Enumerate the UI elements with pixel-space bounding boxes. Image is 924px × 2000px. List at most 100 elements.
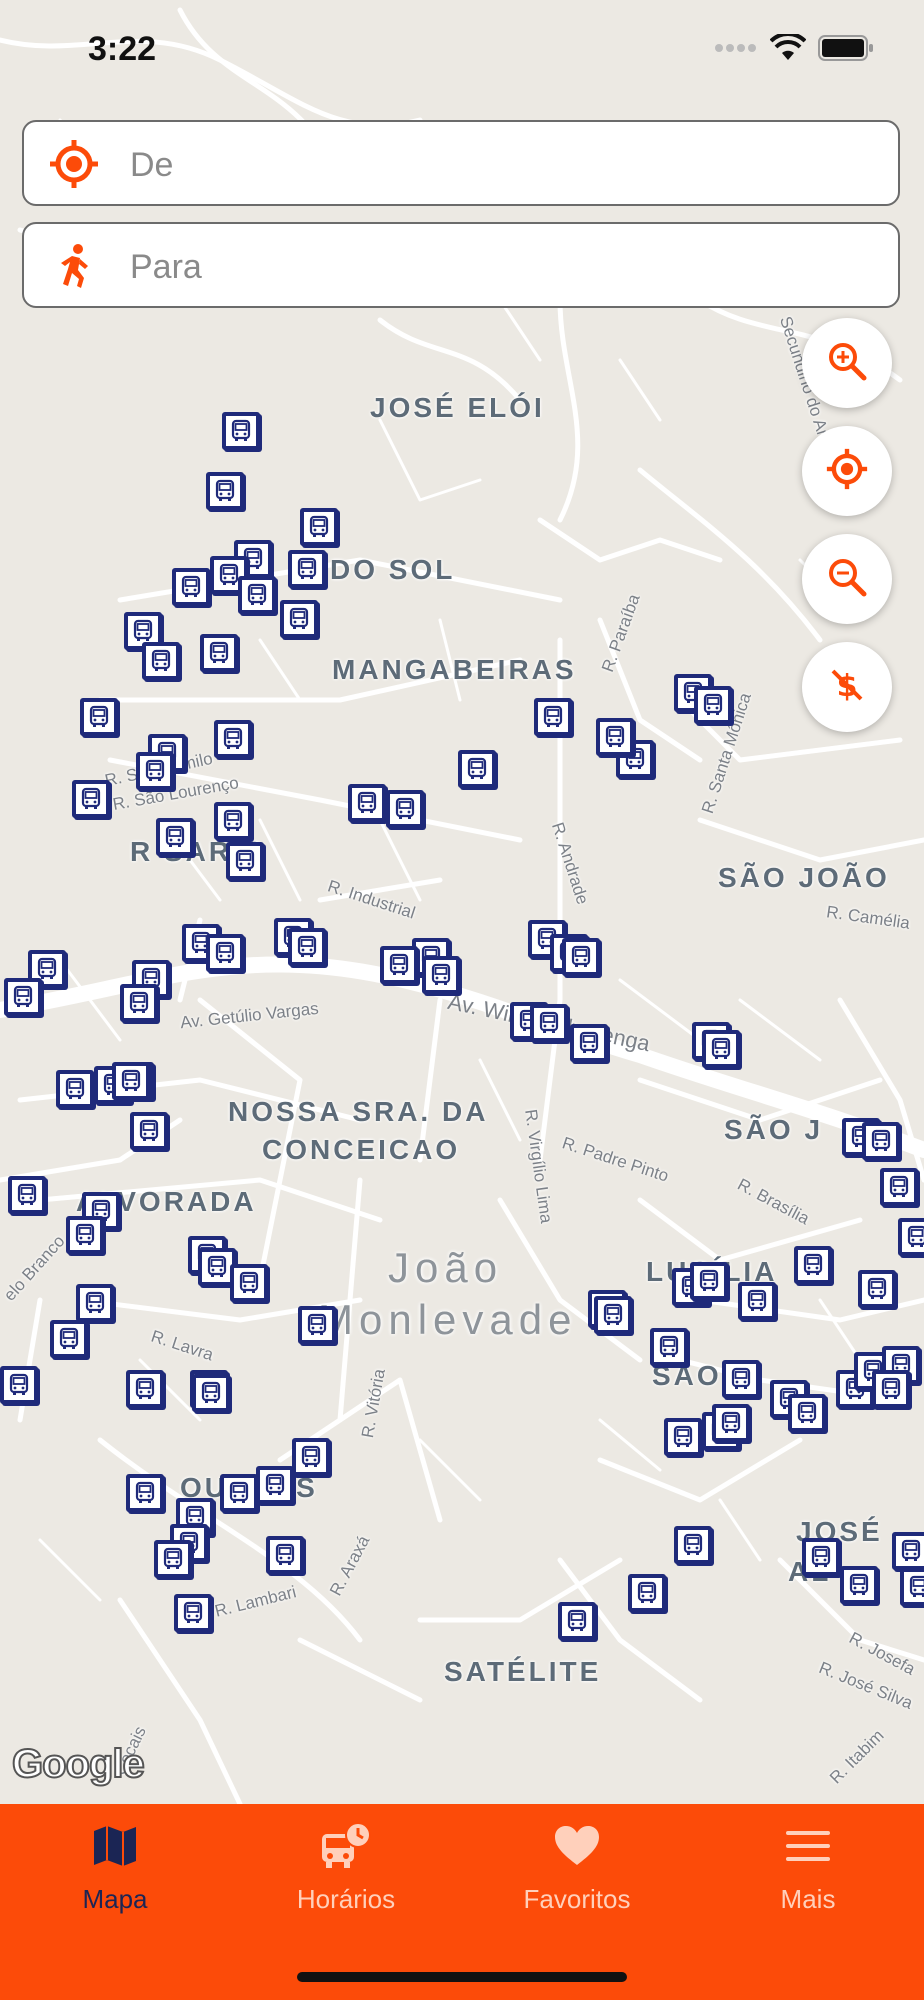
bus-stop-marker[interactable]	[722, 1360, 760, 1398]
bus-stop-marker[interactable]	[220, 1474, 258, 1512]
bus-stop-marker[interactable]	[802, 1538, 840, 1576]
bus-stop-marker[interactable]	[130, 1112, 168, 1150]
bus-stop-marker[interactable]	[898, 1218, 924, 1256]
bus-stop-marker[interactable]	[530, 1004, 568, 1042]
bus-stop-marker[interactable]	[594, 1296, 632, 1334]
bus-stop-marker[interactable]	[288, 550, 326, 588]
bus-icon	[275, 1543, 295, 1565]
tab-label: Mais	[780, 1884, 836, 1914]
bus-stop-marker[interactable]	[380, 946, 418, 984]
bus-stop-marker[interactable]	[226, 842, 264, 880]
bus-stop-marker[interactable]	[422, 956, 460, 994]
wifi-icon	[769, 31, 807, 67]
bus-icon	[659, 1335, 679, 1357]
bus-stop-marker[interactable]	[56, 1070, 94, 1108]
bus-stop-marker[interactable]	[174, 1594, 212, 1632]
bus-stop-marker[interactable]	[872, 1370, 910, 1408]
bus-icon	[309, 515, 329, 537]
bus-icon	[139, 1119, 159, 1141]
bus-stop-marker[interactable]	[206, 472, 244, 510]
bus-stop-marker[interactable]	[80, 698, 118, 736]
bus-stop-marker[interactable]	[596, 718, 634, 756]
bus-stop-marker[interactable]	[794, 1246, 832, 1284]
destination-field[interactable]	[22, 222, 900, 308]
bus-stop-marker[interactable]	[50, 1320, 88, 1358]
bus-stop-marker[interactable]	[534, 698, 572, 736]
bus-stop-marker[interactable]	[300, 508, 338, 546]
bus-stop-marker[interactable]	[142, 642, 180, 680]
bus-stop-marker[interactable]	[892, 1532, 924, 1570]
bus-stop-marker[interactable]	[738, 1282, 776, 1320]
bus-icon	[181, 575, 201, 597]
origin-input[interactable]	[128, 136, 872, 194]
bus-stop-marker[interactable]	[192, 1374, 230, 1412]
bus-icon	[389, 953, 409, 975]
bus-stop-marker[interactable]	[222, 412, 260, 450]
origin-field[interactable]	[22, 120, 900, 206]
bus-stop-marker[interactable]	[348, 784, 386, 822]
bus-stop-marker[interactable]	[694, 686, 732, 724]
bus-stop-marker[interactable]	[562, 938, 600, 976]
bus-stop-marker[interactable]	[650, 1328, 688, 1366]
bus-stop-marker[interactable]	[280, 600, 318, 638]
bus-icon	[543, 705, 563, 727]
bus-stop-marker[interactable]	[214, 802, 252, 840]
bus-stop-marker[interactable]	[156, 818, 194, 856]
bus-icon	[699, 1269, 719, 1291]
locate-me-button[interactable]	[802, 426, 892, 516]
bus-stop-marker[interactable]	[628, 1574, 666, 1612]
bus-icon	[431, 963, 451, 985]
tab-horarios[interactable]: Horários	[256, 1820, 436, 1940]
bus-stop-marker[interactable]	[788, 1394, 826, 1432]
bus-stop-marker[interactable]	[4, 978, 42, 1016]
bus-stop-marker[interactable]	[126, 1474, 164, 1512]
bus-stop-marker[interactable]	[570, 1024, 608, 1062]
bus-stop-marker[interactable]	[76, 1284, 114, 1322]
bus-icon	[867, 1277, 887, 1299]
zoom-out-button[interactable]	[802, 534, 892, 624]
bus-stop-marker[interactable]	[702, 1030, 740, 1068]
bus-stop-marker[interactable]	[458, 750, 496, 788]
bus-stop-marker[interactable]	[840, 1566, 878, 1604]
bus-stop-marker[interactable]	[674, 1526, 712, 1564]
bus-icon	[215, 479, 235, 501]
bus-stop-marker[interactable]	[292, 1438, 330, 1476]
zoom-in-button[interactable]	[802, 318, 892, 408]
bus-stop-marker[interactable]	[214, 720, 252, 758]
bus-stop-marker[interactable]	[8, 1176, 46, 1214]
tab-mais[interactable]: Mais	[718, 1820, 898, 1940]
bus-stop-marker[interactable]	[288, 928, 326, 966]
bus-stop-marker[interactable]	[386, 790, 424, 828]
city-label: João	[388, 1244, 504, 1291]
bus-icon	[129, 991, 149, 1013]
bus-stop-marker[interactable]	[862, 1122, 900, 1160]
bus-stop-marker[interactable]	[880, 1168, 918, 1206]
fare-filter-button[interactable]: $	[802, 642, 892, 732]
bus-stop-marker[interactable]	[0, 1366, 38, 1404]
bus-stop-marker[interactable]	[238, 576, 276, 614]
bus-stop-marker[interactable]	[664, 1418, 702, 1456]
tab-mapa[interactable]: Mapa	[25, 1820, 205, 1940]
bus-stop-marker[interactable]	[230, 1264, 268, 1302]
bus-stop-marker[interactable]	[298, 1306, 336, 1344]
bus-stop-marker[interactable]	[120, 984, 158, 1022]
bus-stop-marker[interactable]	[172, 568, 210, 606]
bus-stop-marker[interactable]	[712, 1404, 750, 1442]
bus-stop-marker[interactable]	[112, 1062, 150, 1100]
destination-input[interactable]	[128, 238, 872, 296]
bus-stop-marker[interactable]	[126, 1370, 164, 1408]
bus-stop-marker[interactable]	[256, 1466, 294, 1504]
bus-stop-marker[interactable]	[136, 752, 174, 790]
bus-stop-marker[interactable]	[66, 1216, 104, 1254]
bus-stop-marker[interactable]	[558, 1602, 596, 1640]
bus-stop-marker[interactable]	[206, 934, 244, 972]
bus-stop-marker[interactable]	[690, 1262, 728, 1300]
bus-icon	[907, 1225, 924, 1247]
bus-stop-marker[interactable]	[200, 634, 238, 672]
bus-stop-marker[interactable]	[154, 1540, 192, 1578]
bus-stop-marker[interactable]	[900, 1568, 924, 1606]
bus-stop-marker[interactable]	[858, 1270, 896, 1308]
bus-stop-marker[interactable]	[72, 780, 110, 818]
tab-favoritos[interactable]: Favoritos	[487, 1820, 667, 1940]
bus-stop-marker[interactable]	[266, 1536, 304, 1574]
